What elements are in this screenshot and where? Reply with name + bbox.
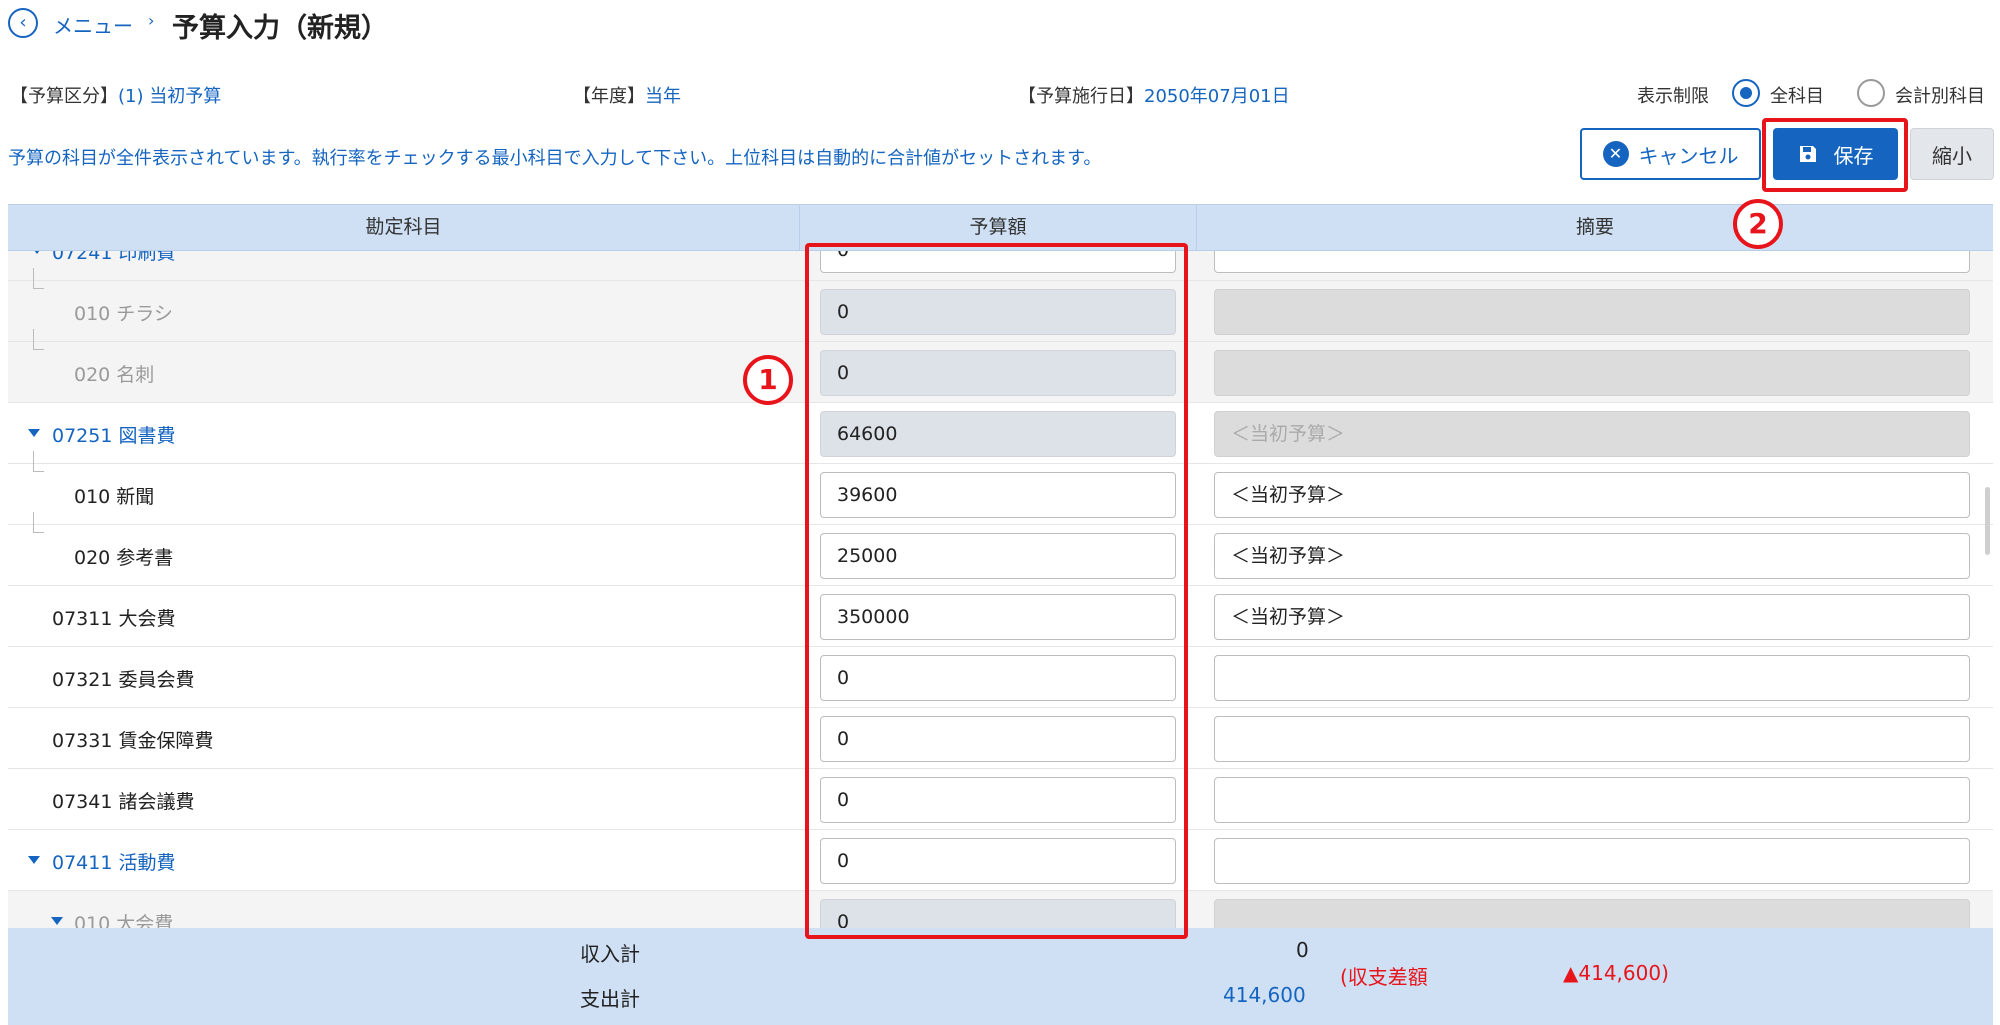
income-total-label: 収入計 bbox=[580, 942, 640, 966]
shrink-button-label: 縮小 bbox=[1932, 143, 1972, 168]
budget-category-value: (1) 当初予算 bbox=[118, 86, 222, 107]
expense-total-value: 414,600 bbox=[1223, 983, 1306, 1007]
notice-text: 予算の科目が全件表示されています。執行率をチェックする最小科目で入力して下さい。… bbox=[8, 148, 1102, 169]
memo-readonly bbox=[1214, 899, 1970, 928]
shrink-button[interactable]: 縮小 bbox=[1910, 128, 1994, 180]
memo-readonly bbox=[1214, 350, 1970, 396]
marker-1: 1 bbox=[743, 355, 793, 405]
expand-triangle-icon[interactable] bbox=[51, 917, 63, 925]
vertical-scrollbar[interactable] bbox=[1985, 487, 1990, 555]
memo-readonly: ＜当初予算＞ bbox=[1214, 411, 1970, 457]
memo-input[interactable] bbox=[1214, 716, 1970, 762]
memo-readonly bbox=[1214, 289, 1970, 335]
account-label: 07341 諸会議費 bbox=[52, 791, 195, 813]
income-total-value: 0 bbox=[1296, 938, 1309, 962]
effective-date-value: 2050年07月01日 bbox=[1144, 86, 1290, 107]
memo-input[interactable]: ＜当初予算＞ bbox=[1214, 594, 1970, 640]
tree-connector bbox=[33, 268, 44, 289]
balance-value: ▲414,600) bbox=[1563, 961, 1669, 985]
close-circle-icon: ✕ bbox=[1602, 141, 1629, 167]
budget-category-label: 【予算区分】 bbox=[10, 86, 118, 107]
column-header-account: 勘定科目 bbox=[365, 216, 442, 238]
back-chevron-icon[interactable]: ‹ bbox=[8, 8, 38, 38]
account-label: 020 名刺 bbox=[74, 364, 155, 386]
fiscal-year-value: 当年 bbox=[645, 86, 681, 107]
account-label[interactable]: 07411 活動費 bbox=[52, 848, 175, 875]
cancel-button-label: キャンセル bbox=[1638, 143, 1739, 168]
account-label: 07331 賃金保障費 bbox=[52, 730, 214, 752]
memo-input[interactable]: ＜当初予算＞ bbox=[1214, 533, 1970, 579]
fiscal-year-label: 【年度】 bbox=[573, 86, 645, 107]
account-label: 07321 委員会費 bbox=[52, 669, 195, 691]
radio-all-accounts[interactable] bbox=[1732, 79, 1760, 107]
tree-connector bbox=[33, 451, 44, 472]
expense-total-label: 支出計 bbox=[580, 987, 640, 1011]
breadcrumb-menu-link[interactable]: メニュー bbox=[53, 10, 133, 39]
memo-input[interactable] bbox=[1214, 777, 1970, 823]
account-label[interactable]: 010 大会費 bbox=[74, 909, 173, 928]
expand-triangle-icon[interactable] bbox=[28, 429, 40, 437]
memo-input[interactable]: ＜当初予算＞ bbox=[1214, 472, 1970, 518]
budget-category-info: 【予算区分】(1) 当初予算 bbox=[10, 82, 221, 108]
account-label[interactable]: 07251 図書費 bbox=[52, 421, 175, 448]
tree-connector bbox=[33, 329, 44, 350]
cancel-button[interactable]: ✕ キャンセル bbox=[1580, 128, 1761, 180]
radio-by-account-label[interactable]: 会計別科目 bbox=[1895, 82, 1985, 108]
radio-all-accounts-label[interactable]: 全科目 bbox=[1770, 82, 1824, 108]
breadcrumb-separator-icon: › bbox=[148, 11, 155, 30]
tree-connector bbox=[33, 512, 44, 533]
totals-footer: 収入計 0 支出計 414,600 (収支差額 ▲414,600) bbox=[8, 928, 1993, 1025]
highlight-save-button bbox=[1762, 118, 1908, 192]
page-title: 予算入力（新規） bbox=[172, 13, 388, 44]
memo-input[interactable] bbox=[1214, 655, 1970, 701]
account-label: 07311 大会費 bbox=[52, 608, 176, 630]
marker-2: 2 bbox=[1733, 199, 1783, 249]
fiscal-year-info: 【年度】当年 bbox=[573, 82, 681, 108]
radio-by-account[interactable] bbox=[1857, 79, 1885, 107]
account-label: 010 チラシ bbox=[74, 303, 173, 325]
effective-date-info: 【予算施行日】2050年07月01日 bbox=[1018, 82, 1290, 108]
display-limit-label: 表示制限 bbox=[1637, 86, 1709, 107]
memo-input[interactable] bbox=[1214, 251, 1970, 273]
account-label[interactable]: 07241 印刷費 bbox=[52, 251, 175, 265]
balance-label: (収支差額 bbox=[1340, 965, 1428, 989]
account-label: 020 参考書 bbox=[74, 547, 174, 569]
account-label: 010 新聞 bbox=[74, 486, 155, 508]
memo-input[interactable] bbox=[1214, 838, 1970, 884]
column-header-memo: 摘要 bbox=[1575, 216, 1614, 238]
highlight-amount-column bbox=[805, 243, 1188, 939]
expand-triangle-icon[interactable] bbox=[31, 251, 43, 254]
expand-triangle-icon[interactable] bbox=[28, 856, 40, 864]
effective-date-label: 【予算施行日】 bbox=[1018, 86, 1144, 107]
